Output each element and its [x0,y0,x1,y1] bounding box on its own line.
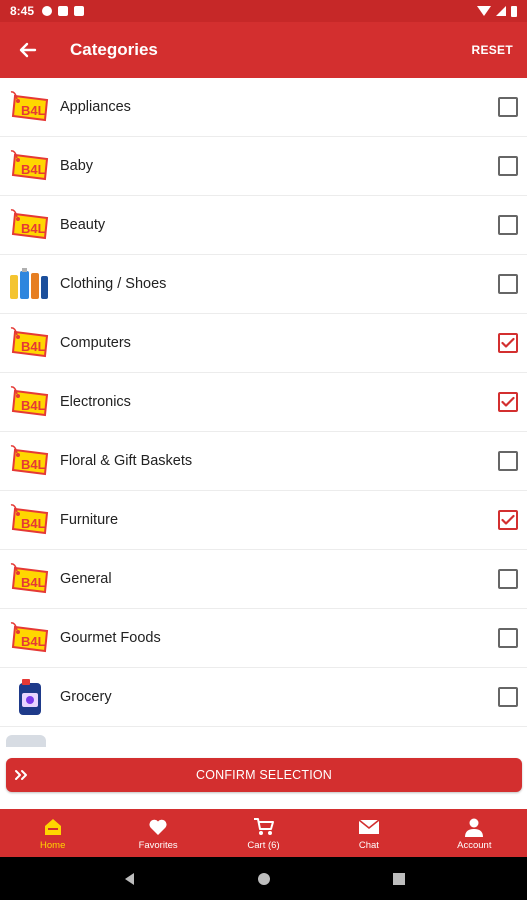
category-thumbnail: B4L [4,319,54,367]
svg-text:B4L: B4L [21,103,46,118]
category-label: Baby [60,158,94,174]
category-row[interactable]: B4L General [0,550,527,609]
nav-item-label: Account [457,839,492,851]
back-button[interactable] [0,22,56,78]
category-label: Clothing / Shoes [60,276,167,292]
nav-item-chat[interactable]: Chat [316,809,421,857]
checkmark-icon [501,337,515,348]
home-circle-icon[interactable] [256,871,272,887]
reset-button[interactable]: RESET [471,43,513,57]
home-icon [42,816,64,838]
category-thumbnail: B4L [4,201,54,249]
person-icon [464,816,484,838]
svg-text:B4L: B4L [21,339,46,354]
cart-icon [253,816,275,838]
category-thumbnail: B4L [4,614,54,662]
status-bar: 8:45 [0,0,527,22]
status-time: 8:45 [10,4,35,18]
checkmark-icon [501,396,515,407]
nav-item-cart[interactable]: Cart (6) [211,809,316,857]
category-row[interactable]: Clothing / Shoes [0,255,527,314]
system-navigation-bar [0,857,527,900]
heart-icon [148,816,168,838]
category-row[interactable]: B4L Appliances [0,78,527,137]
category-thumbnail: B4L [4,437,54,485]
category-label: Furniture [60,512,119,528]
nav-item-account[interactable]: Account [422,809,527,857]
category-row[interactable]: B4L Floral & Gift Baskets [0,432,527,491]
category-thumbnail: B4L [4,496,54,544]
back-triangle-icon[interactable] [122,871,136,887]
category-list[interactable]: B4L Appliances B4L Baby B4L Beauty Clothing / … [0,78,527,748]
nav-item-label: Home [40,839,66,851]
partial-list-item-thumbnail [6,735,46,747]
category-row[interactable]: B4L Baby [0,137,527,196]
recents-square-icon[interactable] [392,872,406,886]
confirm-selection-button[interactable]: CONFIRM SELECTION [6,758,522,792]
category-checkbox[interactable] [498,687,518,707]
category-checkbox[interactable] [498,392,518,412]
nav-item-label: Chat [358,839,379,851]
category-label: Computers [60,335,131,351]
category-checkbox[interactable] [498,510,518,530]
category-checkbox[interactable] [498,333,518,353]
category-thumbnail: B4L [4,378,54,426]
svg-text:B4L: B4L [21,575,46,590]
category-row[interactable]: B4L Gourmet Foods [0,609,527,668]
category-thumbnail [4,673,54,721]
category-thumbnail: B4L [4,83,54,131]
category-checkbox[interactable] [498,628,518,648]
app-screen: 8:45 Categories RESET B4L Appliances B4L Ba… [0,0,527,900]
category-thumbnail [4,260,54,308]
nav-item-label: Favorites [138,839,178,851]
double-chevron-right-icon [14,769,40,781]
nav-item-label: Cart (6) [247,839,280,851]
nav-item-favorites[interactable]: Favorites [105,809,210,857]
category-checkbox[interactable] [498,451,518,471]
svg-text:B4L: B4L [21,457,46,472]
svg-text:B4L: B4L [21,516,46,531]
category-label: Electronics [60,394,131,410]
category-label: Beauty [60,217,106,233]
wifi-icon [477,6,491,16]
category-row[interactable]: B4L Furniture [0,491,527,550]
nav-item-home[interactable]: Home [0,809,105,857]
category-label: Appliances [60,99,131,115]
app-bar: Categories RESET [0,22,527,78]
svg-text:B4L: B4L [21,634,46,649]
category-row[interactable]: B4L Electronics [0,373,527,432]
category-row[interactable]: B4L Beauty [0,196,527,255]
category-label: Floral & Gift Baskets [60,453,193,469]
category-checkbox[interactable] [498,215,518,235]
svg-text:B4L: B4L [21,162,46,177]
page-title: Categories [70,40,158,59]
category-checkbox[interactable] [498,569,518,589]
category-checkbox[interactable] [498,97,518,117]
arrow-left-icon [19,42,37,58]
signal-icon [496,6,506,16]
mail-icon [358,816,380,838]
category-label: General [60,571,112,587]
battery-icon [511,5,517,17]
checkmark-icon [501,514,515,525]
svg-text:B4L: B4L [21,221,46,236]
confirm-selection-label: CONFIRM SELECTION [195,768,333,782]
sd-card-icon [74,6,85,16]
category-label: Grocery [60,689,112,705]
bottom-navigation: Home Favorites Cart (6) Chat Account [0,809,527,857]
category-row[interactable]: Grocery [0,668,527,727]
settings-notification-icon [42,6,53,16]
app-notification-icon [58,6,69,16]
svg-text:B4L: B4L [21,398,46,413]
category-row[interactable]: B4L Computers [0,314,527,373]
category-thumbnail: B4L [4,142,54,190]
category-checkbox[interactable] [498,274,518,294]
category-thumbnail: B4L [4,555,54,603]
category-checkbox[interactable] [498,156,518,176]
category-label: Gourmet Foods [60,630,161,646]
status-indicators [477,5,517,17]
